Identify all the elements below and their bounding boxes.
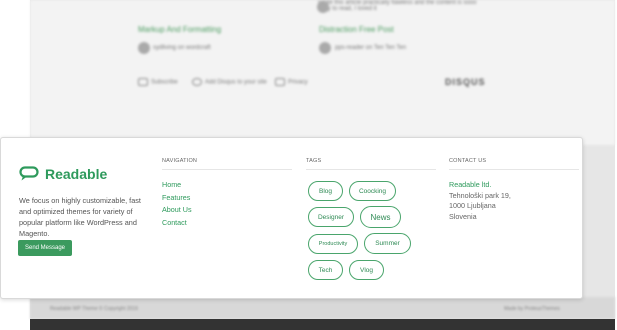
footer-widget-card: Readable We focus on highly customizable… — [0, 137, 583, 299]
avatar — [319, 42, 331, 54]
address-street: Tehnološki park 19, — [449, 190, 511, 200]
brand: Readable — [19, 166, 107, 182]
background-privacy: Privacy — [275, 78, 308, 86]
send-message-button[interactable]: Send Message — [18, 240, 72, 256]
background-bottom-bar — [30, 319, 615, 330]
tags-heading: TAGS — [306, 158, 436, 170]
tag-designer[interactable]: Designer — [308, 207, 354, 227]
background-post-meta: sydliving on wordcraft — [153, 45, 211, 51]
tag-tech[interactable]: Tech — [308, 260, 343, 280]
navigation-list: Home Features About Us Contact — [162, 180, 192, 230]
avatar — [138, 42, 150, 54]
disqus-icon — [192, 78, 202, 86]
about-text: We focus on highly customizable, fast an… — [19, 196, 141, 238]
background-post-title: Distraction Free Post — [319, 25, 394, 34]
company-name: Readable ltd. — [449, 180, 492, 189]
tag-news[interactable]: News — [360, 206, 401, 228]
navigation-heading: NAVIGATION — [162, 158, 292, 170]
address-city: 1000 Ljubljana — [449, 201, 496, 210]
nav-link-contact[interactable]: Contact — [162, 218, 192, 231]
background-article: wrote this article practically flawless … — [30, 0, 615, 145]
disqus-logo: DISQUS — [445, 77, 486, 87]
tag-blog[interactable]: Blog — [308, 181, 343, 201]
nav-link-home[interactable]: Home — [162, 180, 192, 193]
background-post-title: Markup And Formatting — [138, 25, 222, 34]
lock-icon — [275, 78, 285, 86]
tag-summer[interactable]: Summer — [364, 233, 411, 254]
brand-name: Readable — [45, 166, 108, 182]
contact-heading: CONTACT US — [449, 158, 579, 170]
background-footer: Readable WP Theme © Copyright 2016 Made … — [30, 297, 615, 319]
background-copyright: Readable WP Theme © Copyright 2016 — [50, 306, 138, 312]
tag-coocking[interactable]: Coocking — [349, 181, 396, 201]
tag-vlog[interactable]: Vlog — [349, 260, 384, 280]
background-post-meta: pps-reader on Ten Ten Ten — [335, 45, 407, 51]
speech-bubble-icon — [19, 166, 39, 181]
contact-address: Readable ltd. Tehnološki park 19, 1000 L… — [449, 180, 511, 222]
avatar — [317, 1, 329, 13]
background-credit: Made by ProteusThemes — [504, 306, 560, 312]
nav-link-features[interactable]: Features — [162, 193, 192, 206]
tag-productivity[interactable]: Productivity — [308, 234, 358, 254]
background-comment: wrote this article practically flawless … — [318, 0, 477, 12]
background-subscribe: Subscribe — [138, 78, 178, 86]
mail-icon — [138, 78, 148, 86]
nav-link-about-us[interactable]: About Us — [162, 205, 192, 218]
background-add-disqus: Add Disqus to your site — [192, 78, 267, 86]
address-country: Slovenia — [449, 211, 477, 221]
